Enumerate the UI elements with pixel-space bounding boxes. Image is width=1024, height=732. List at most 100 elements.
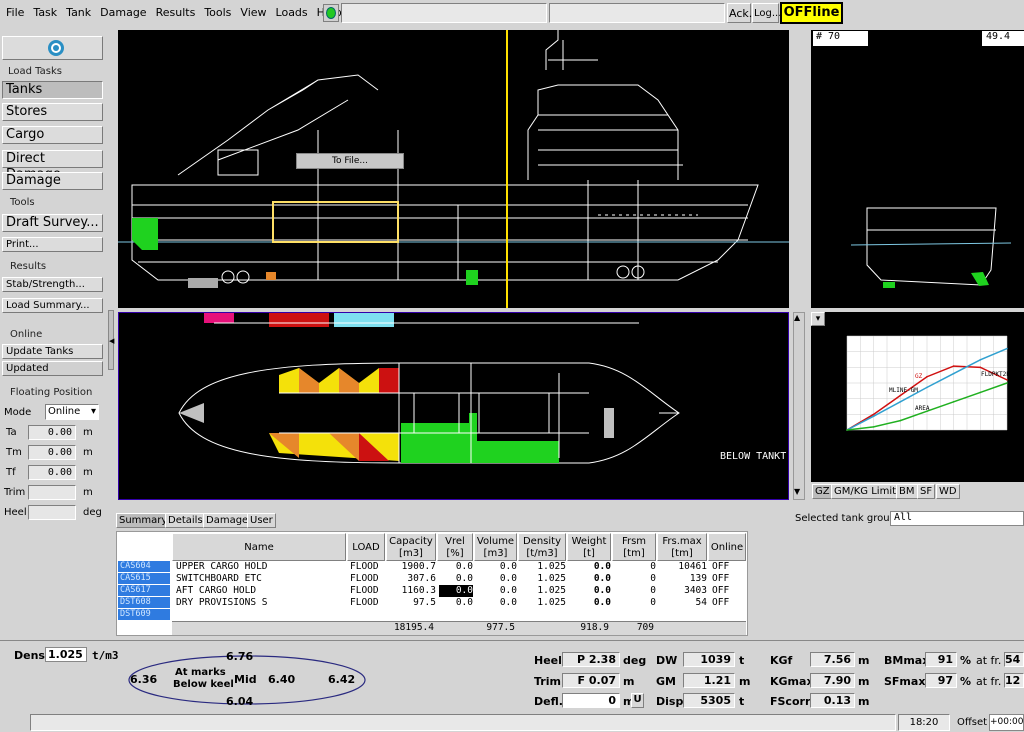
tab-bm[interactable]: BM (896, 484, 918, 499)
sidebar-collapse-handle[interactable]: ◀ (108, 310, 114, 370)
menu-results[interactable]: Results (156, 6, 196, 19)
log-button[interactable]: Log... (752, 3, 781, 23)
disp-label: Disp (656, 695, 684, 708)
stab-strength-button[interactable]: Stab/Strength... (2, 277, 103, 292)
dens-label: Dens (14, 649, 45, 662)
kgmax-value: 7.90 (810, 673, 855, 688)
sidebar: Load Tasks Tanks Stores Cargo Direct Dam… (0, 28, 108, 638)
menu-tank[interactable]: Tank (66, 6, 91, 19)
total-frsm: 709 (636, 622, 654, 633)
cell-frsmax: 54 (695, 597, 707, 608)
damage-button[interactable]: Damage (2, 172, 103, 190)
cell-name: UPPER CARGO HOLD (176, 561, 268, 572)
fscorr-label: FScorr (770, 695, 811, 708)
kgf-label: KGf (770, 654, 793, 667)
stores-button[interactable]: Stores (2, 103, 103, 121)
data-point (899, 419, 902, 422)
profile-view[interactable]: To File... (118, 30, 789, 308)
tab-gz[interactable]: GZ (812, 484, 833, 499)
menu-task[interactable]: Task (33, 6, 57, 19)
cell-frsmax: 10461 (678, 561, 707, 572)
mode-label: Mode (4, 407, 32, 418)
cell-online: OFF (712, 585, 730, 596)
menu-tools[interactable]: Tools (204, 6, 231, 19)
cell-wt: 0.0 (593, 585, 611, 596)
col-vrel: Vrel [%] (437, 533, 473, 561)
x-tick-label: 10 (870, 434, 878, 441)
mode-select[interactable]: Online ▾ (45, 404, 99, 420)
heel-unit-bottom: deg (623, 654, 647, 667)
status-time: 18:20 (898, 714, 950, 731)
plan-view[interactable]: BELOW TANKT (118, 312, 789, 500)
ack-button[interactable]: Ack. (727, 3, 752, 23)
cell-name: AFT CARGO HOLD (176, 585, 257, 596)
data-point (979, 391, 982, 394)
section-view[interactable]: # 70 49.4 (811, 30, 1024, 308)
tab-details[interactable]: Details (165, 513, 206, 528)
bm-frame-value: 54 (1004, 652, 1024, 667)
group-tools: Tools (10, 197, 35, 208)
cell-wt: 0.0 (593, 597, 611, 608)
defl-u-button[interactable]: U (631, 693, 644, 708)
dw-unit: t (739, 654, 745, 667)
cargo-button[interactable]: Cargo (2, 126, 103, 144)
message-field-2 (549, 3, 725, 23)
scroll-up-icon[interactable]: ▲ (794, 313, 800, 322)
scroll-down-icon[interactable]: ▼ (794, 487, 800, 496)
plan-scrollbar[interactable] (793, 312, 805, 500)
tab-damage[interactable]: Damage (203, 513, 252, 528)
gm-value: 1.21 (683, 673, 735, 688)
draft-fwd: 6.76 (226, 650, 254, 663)
dens-input[interactable]: 1.025 (45, 647, 87, 662)
tab-user[interactable]: User (247, 513, 276, 528)
cell-cap: 97.5 (413, 597, 436, 608)
tank-id-cell[interactable]: CAS604 (118, 561, 170, 572)
fscorr-unit: m (858, 695, 870, 708)
tank-id-cell[interactable]: CAS615 (118, 573, 170, 584)
below-tank-label: BELOW TANKT (720, 451, 787, 462)
cell-frsm: 0 (650, 597, 656, 608)
update-tanks-button[interactable]: Update Tanks (2, 344, 103, 359)
tank-id-cell[interactable]: CAS617 (118, 585, 170, 596)
group-load-tasks: Load Tasks (8, 66, 62, 77)
tank-id-cell[interactable]: DST609 (118, 609, 170, 620)
load-summary-button[interactable]: Load Summary... (2, 298, 103, 313)
cell-cap: 307.6 (407, 573, 436, 584)
draft-survey-button[interactable]: Draft Survey... (2, 214, 103, 232)
menu-damage[interactable]: Damage (100, 6, 146, 19)
col-frsmax: Frs.max [tm] (657, 533, 707, 561)
tank-id-cell[interactable]: DST608 (118, 597, 170, 608)
defl-input[interactable]: 0 (562, 693, 620, 708)
chevron-down-icon[interactable]: ▾ (811, 312, 825, 326)
draft-aft: 6.04 (226, 695, 254, 708)
updated-indicator: Updated (2, 361, 103, 376)
data-point (872, 415, 875, 418)
x-axis-label: Heeling angle (903, 441, 958, 449)
logo-button[interactable] (2, 36, 103, 60)
offline-indicator[interactable]: OFFline (780, 2, 843, 24)
tf-field: 0.00 (28, 465, 76, 480)
tanks-button[interactable]: Tanks (2, 81, 103, 99)
kgf-value: 7.56 (810, 652, 855, 667)
draft-mid-label: Mid (234, 673, 257, 686)
menu-loads[interactable]: Loads (276, 6, 308, 19)
to-file-button[interactable]: To File... (296, 153, 404, 169)
direct-damage-button[interactable]: Direct Damage... (2, 150, 103, 182)
print-button[interactable]: Print... (2, 237, 103, 252)
tab-gm-kg-limit[interactable]: GM/KG Limit (831, 484, 900, 499)
tab-summary[interactable]: Summary (116, 513, 171, 528)
trim-field (28, 485, 76, 500)
tank-group-field[interactable]: All (890, 511, 1024, 526)
x-tick-label: 20 (897, 434, 905, 441)
tab-wd[interactable]: WD (936, 484, 960, 499)
col-online: Online (708, 533, 746, 561)
disp-unit: t (739, 695, 745, 708)
menu-view[interactable]: View (240, 6, 266, 19)
cell-frsm: 0 (650, 561, 656, 572)
cell-vol: 0.0 (499, 561, 517, 572)
menu-file[interactable]: File (6, 6, 24, 19)
group-floating-position: Floating Position (10, 387, 93, 398)
kgf-unit: m (858, 654, 870, 667)
tab-sf[interactable]: SF (917, 484, 936, 499)
data-point (979, 359, 982, 361)
